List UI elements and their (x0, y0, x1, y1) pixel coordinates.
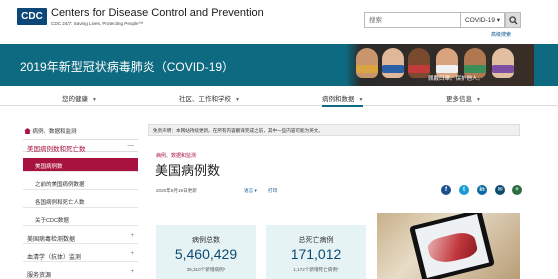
breadcrumb-label: 病例、数据和监测 (32, 129, 77, 135)
chevron-down-icon: ▼ (476, 97, 481, 103)
page-title: 美国病例数 (155, 163, 221, 178)
sidebar-item-about-data[interactable]: 关于CDC数据 (23, 212, 138, 226)
disclaimer-banner: 免责声明：本网站持续更新。在所有内容翻译完成之前，其中一些内容可能为英文。 (148, 124, 520, 136)
stat-value: 5,460,429 (174, 246, 238, 262)
sidebar-item-testing[interactable]: 美国病毒检测数据 + (23, 230, 138, 244)
total-deaths-card: 总死亡病例 171,012 1,172个新增死亡病例* (266, 225, 366, 279)
section-label: 美国病例数和死亡数 (27, 146, 86, 153)
home-icon (24, 128, 31, 134)
sidebar-item-world-cases[interactable]: 各国病例和死亡人数 (23, 194, 138, 208)
cdc-logo[interactable]: CDC (17, 8, 47, 25)
sidebar-item-resources[interactable]: 服务资源 + (23, 266, 138, 279)
stat-subtext: 39,310个新增病例* (186, 267, 226, 272)
stat-subtext: 1,172个新增死亡病例* (293, 267, 339, 272)
nav-label: 社区、工作和学校 (179, 96, 231, 103)
sidebar-item-previous-data[interactable]: 之前的美国病例数据 (23, 176, 138, 190)
collapse-icon[interactable]: — (128, 142, 135, 149)
item-label: 服务资源 (27, 273, 52, 279)
sidebar-item-us-cases[interactable]: 美国病例数 (23, 158, 138, 172)
chevron-down-icon: ▼ (235, 97, 240, 103)
expand-icon[interactable]: + (130, 269, 134, 275)
email-icon[interactable]: ✉ (495, 185, 505, 195)
tablet-image (409, 213, 495, 279)
stat-value: 171,012 (290, 246, 342, 262)
sidebar-breadcrumb[interactable]: 病例、数据和监测 (24, 127, 77, 135)
syndicate-icon[interactable]: + (512, 185, 522, 195)
search-button[interactable] (505, 12, 521, 28)
nav-cases-data[interactable]: 病例和数据 ▼ (322, 93, 364, 107)
banner-title: 2019年新型冠状病毒肺炎（COVID-19） (20, 60, 235, 74)
sidebar-item-serology[interactable]: 血清学（抗体）监测 + (23, 248, 138, 262)
nav-label: 更多信息 (446, 96, 472, 103)
facebook-icon[interactable]: f (441, 185, 451, 195)
page-meta: 2020年8月19日更新 语言 ▾ 打印 (156, 188, 277, 194)
chevron-down-icon: ▼ (92, 97, 97, 103)
language-menu[interactable]: 语言 ▾ (244, 188, 257, 194)
expand-icon[interactable]: + (130, 233, 134, 239)
total-cases-card: 病例总数 5,460,429 39,310个新增病例* (156, 225, 256, 279)
linkedin-icon[interactable]: in (477, 185, 487, 195)
tagline: CDC 24/7: Saving Lives, Protecting Peopl… (51, 21, 144, 26)
org-name[interactable]: Centers for Disease Control and Preventi… (51, 7, 264, 19)
stat-label: 总死亡病例 (298, 237, 334, 244)
print-link[interactable]: 打印 (268, 188, 277, 194)
search-icon (509, 16, 518, 25)
nav-your-health[interactable]: 您的健康 ▼ (62, 93, 97, 103)
tablet-map-photo (377, 213, 520, 279)
nav-label: 病例和数据 (322, 96, 355, 103)
item-label: 美国病毒检测数据 (27, 237, 76, 243)
nav-community[interactable]: 社区、工作和学校 ▼ (179, 93, 240, 103)
covid-banner: 2019年新型冠状病毒肺炎（COVID-19） 佩戴口罩。保护他人。 (0, 44, 558, 86)
site-header: CDC Centers for Disease Control and Prev… (0, 0, 558, 40)
nav-more-info[interactable]: 更多信息 ▼ (446, 93, 481, 103)
search-input[interactable] (364, 12, 461, 28)
search-scope-select[interactable]: COVID-19 ▾ (461, 12, 505, 28)
banner-caption: 佩戴口罩。保护他人。 (428, 76, 484, 82)
content-breadcrumb[interactable]: 病例、数据和监测 (156, 152, 196, 159)
updated-date: 2020年8月19日更新 (156, 188, 197, 193)
sidebar-section-cases-deaths[interactable]: 美国病例数和死亡数 — (23, 139, 138, 153)
stat-label: 病例总数 (192, 237, 220, 244)
advanced-search-link[interactable]: 高级搜索 (491, 31, 511, 38)
nav-label: 您的健康 (62, 96, 88, 103)
chevron-down-icon: ▼ (358, 97, 364, 103)
main-nav: 您的健康 ▼ 社区、工作和学校 ▼ 病例和数据 ▼ 更多信息 ▼ (0, 88, 558, 107)
expand-icon[interactable]: + (130, 251, 134, 257)
twitter-icon[interactable]: t (459, 185, 469, 195)
item-label: 血清学（抗体）监测 (27, 255, 82, 261)
